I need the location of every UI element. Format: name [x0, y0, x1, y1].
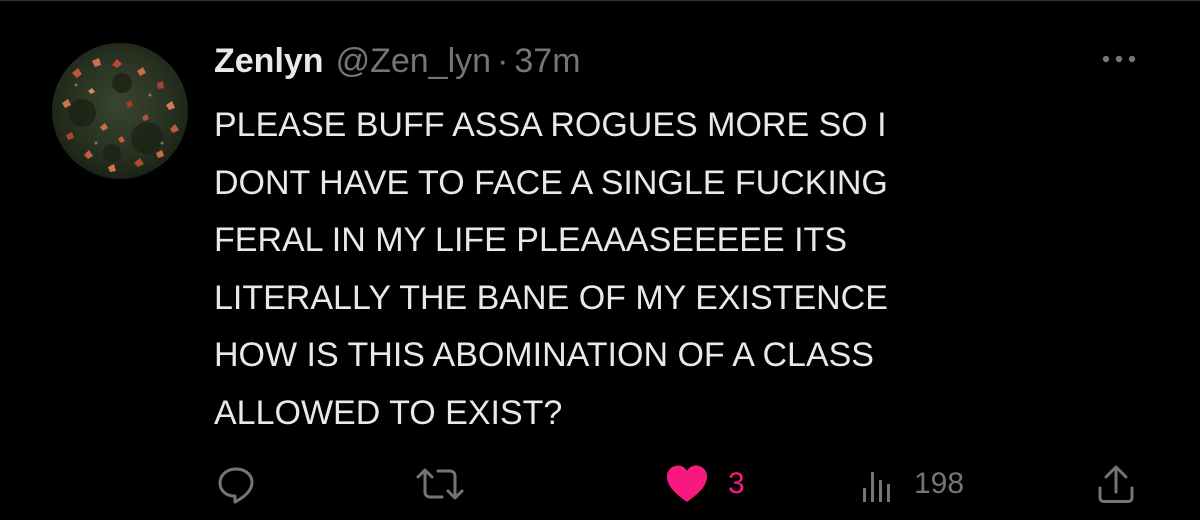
reply-button[interactable] [214, 461, 258, 507]
view-count: 198 [914, 467, 965, 500]
more-options-button[interactable] [1096, 41, 1148, 77]
reply-icon [218, 467, 254, 504]
share-icon [1098, 465, 1134, 503]
like-button[interactable]: 3 [664, 461, 745, 507]
tweet[interactable]: Zenlyn @Zen_lyn · 37m PLEASE BUFF ASSA R… [0, 0, 1200, 520]
tweet-timestamp[interactable]: 37m [514, 39, 580, 83]
tweet-text-line: PLEASE BUFF ASSA ROGUES MORE SO I [214, 106, 887, 144]
views-button[interactable]: 198 [858, 461, 964, 507]
author-display-name[interactable]: Zenlyn [214, 39, 324, 83]
author-handle[interactable]: @Zen_lyn [336, 39, 491, 83]
tweet-text: PLEASE BUFF ASSA ROGUES MORE SO I DONT H… [214, 97, 1114, 442]
tweet-text-line: HOW IS THIS ABOMINATION OF A CLASS [214, 336, 874, 374]
tweet-text-line: LITERALLY THE BANE OF MY EXISTENCE [214, 278, 888, 317]
retweet-icon [416, 468, 464, 500]
heart-icon [667, 465, 707, 502]
avatar-image [52, 43, 188, 179]
tweet-text-line: ALLOWED TO EXIST? [214, 393, 563, 432]
like-count: 3 [728, 467, 745, 500]
share-button[interactable] [1094, 461, 1138, 507]
tweet-header: Zenlyn @Zen_lyn · 37m [214, 39, 581, 83]
avatar[interactable] [52, 43, 188, 179]
tweet-text-line: FERAL IN MY LIFE PLEAAASEEEEE ITS [214, 221, 848, 259]
tweet-actions: 3 198 [0, 453, 1200, 513]
views-icon [863, 472, 890, 502]
header-separator: · [497, 42, 509, 80]
retweet-button[interactable] [414, 461, 466, 507]
more-icon [1102, 55, 1136, 63]
tweet-text-line: DONT HAVE TO FACE A SINGLE FUCKING [214, 163, 888, 202]
